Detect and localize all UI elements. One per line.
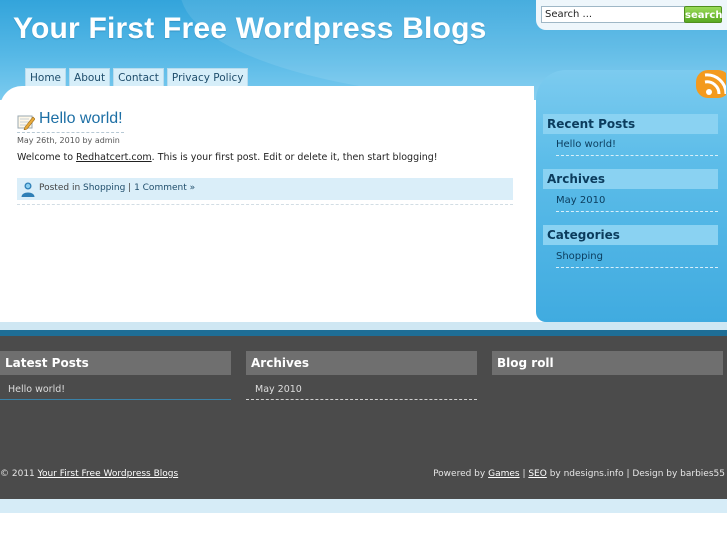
main-nav: Home About Contact Privacy Policy bbox=[25, 68, 249, 87]
sidebar-divider bbox=[556, 211, 718, 212]
post-body: Welcome to Redhatcert.com. This is your … bbox=[17, 152, 438, 163]
nav-item-home[interactable]: Home bbox=[25, 68, 67, 87]
post-title-divider bbox=[17, 132, 124, 133]
rss-icon[interactable] bbox=[696, 70, 726, 98]
post-title[interactable]: Hello world! bbox=[39, 110, 123, 128]
posted-in-label: Posted in bbox=[39, 183, 84, 193]
post-footer-separator: | bbox=[125, 183, 135, 193]
sidebar-item-shopping[interactable]: Shopping bbox=[556, 251, 603, 262]
footer-item-hello-world[interactable]: Hello world! bbox=[8, 384, 65, 395]
content-bottom-band bbox=[0, 322, 727, 330]
games-link[interactable]: Games bbox=[488, 469, 519, 479]
search-input[interactable] bbox=[541, 6, 685, 23]
nav-item-privacy-policy[interactable]: Privacy Policy bbox=[166, 68, 249, 87]
post-body-text-end: . This is your first post. Edit or delet… bbox=[151, 152, 438, 163]
user-icon bbox=[21, 182, 35, 197]
pencil-paper-icon bbox=[17, 115, 35, 130]
credits: Powered by Games | SEO by ndesigns.info … bbox=[433, 469, 725, 479]
powered-by-text: Powered by bbox=[433, 469, 489, 479]
post-footer-bar: Posted in Shopping | 1 Comment » bbox=[17, 178, 513, 200]
category-link[interactable]: Shopping bbox=[83, 183, 125, 193]
seo-link[interactable]: SEO bbox=[528, 469, 546, 479]
sidebar-heading-archives: Archives bbox=[543, 169, 718, 189]
post-meta: May 26th, 2010 by admin bbox=[17, 136, 120, 145]
footer-divider bbox=[246, 399, 477, 400]
copyright-site-link[interactable]: Your First Free Wordpress Blogs bbox=[38, 469, 179, 479]
site-footer: Latest Posts Hello world! Archives May 2… bbox=[0, 336, 727, 499]
copyright: © 2011 Your First Free Wordpress Blogs bbox=[0, 469, 178, 479]
post-body-link[interactable]: Redhatcert.com bbox=[76, 152, 152, 163]
footer-divider bbox=[0, 399, 231, 400]
nav-item-contact[interactable]: Contact bbox=[113, 68, 164, 87]
bottom-strip bbox=[0, 499, 727, 513]
search-button[interactable]: search bbox=[684, 6, 722, 23]
sidebar-divider bbox=[556, 155, 718, 156]
sidebar-divider bbox=[556, 267, 718, 268]
search-box: search bbox=[536, 0, 727, 30]
footer-heading-blog-roll: Blog roll bbox=[492, 351, 723, 375]
sidebar: Recent Posts Hello world! Archives May 2… bbox=[536, 70, 727, 322]
sidebar-heading-recent-posts: Recent Posts bbox=[543, 114, 718, 134]
site-title[interactable]: Your First Free Wordpress Blogs bbox=[13, 12, 487, 46]
post-body-text: Welcome to bbox=[17, 152, 77, 163]
post-divider bbox=[17, 204, 513, 205]
copyright-text: © 2011 bbox=[0, 469, 38, 479]
footer-item-may-2010[interactable]: May 2010 bbox=[255, 384, 302, 395]
credits-text: by ndesigns.info | Design by barbies55 bbox=[546, 469, 725, 479]
main-content: Hello world! May 26th, 2010 by admin Wel… bbox=[0, 86, 534, 322]
footer-heading-latest-posts: Latest Posts bbox=[0, 351, 231, 375]
sidebar-item-may-2010[interactable]: May 2010 bbox=[556, 195, 605, 206]
sidebar-item-hello-world[interactable]: Hello world! bbox=[556, 139, 616, 150]
sidebar-heading-categories: Categories bbox=[543, 225, 718, 245]
nav-item-about[interactable]: About bbox=[69, 68, 111, 87]
footer-heading-archives: Archives bbox=[246, 351, 477, 375]
post-footer-text: Posted in Shopping | 1 Comment » bbox=[39, 183, 195, 193]
comments-link[interactable]: 1 Comment » bbox=[134, 183, 195, 193]
